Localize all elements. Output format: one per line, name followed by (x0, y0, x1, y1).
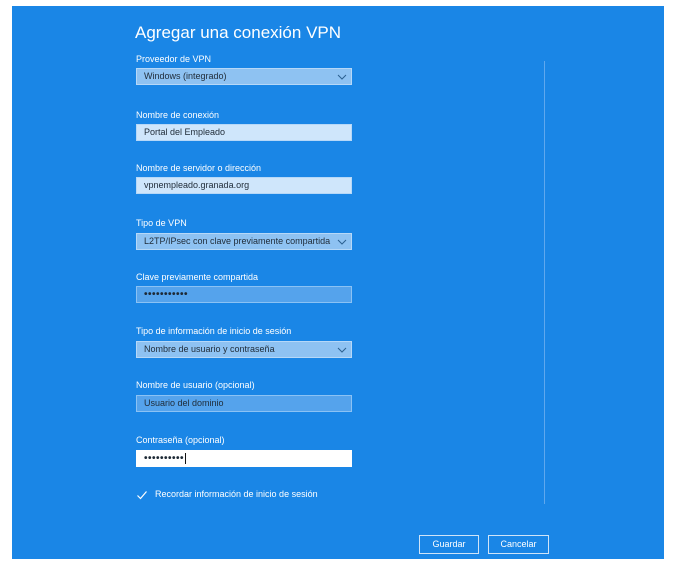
connection-name-value: Portal del Empleado (144, 127, 226, 137)
username-value: Usuario del dominio (144, 398, 224, 408)
vpn-provider-dropdown[interactable]: Windows (integrado) (136, 68, 352, 85)
vpn-type-label: Tipo de VPN (136, 218, 187, 228)
preshared-key-value: ••••••••••• (144, 289, 189, 300)
connection-name-label: Nombre de conexión (136, 110, 220, 120)
dialog-title: Agregar una conexión VPN (135, 23, 342, 42)
save-button[interactable]: Guardar (419, 535, 479, 554)
vpn-dialog: Agregar una conexión VPN Proveedor de VP… (12, 6, 664, 559)
checkmark-icon (137, 491, 147, 500)
signin-type-label: Tipo de información de inicio de sesión (136, 326, 292, 336)
vpn-provider-label: Proveedor de VPN (136, 54, 212, 64)
vpn-type-dropdown[interactable]: L2TP/IPsec con clave previamente compart… (136, 233, 352, 250)
signin-type-value: Nombre de usuario y contraseña (144, 344, 275, 354)
vpn-provider-value: Windows (integrado) (144, 71, 227, 81)
server-address-value: vpnempleado.granada.org (144, 180, 250, 190)
password-input[interactable]: •••••••••• (136, 450, 352, 467)
text-caret (185, 452, 187, 464)
scrollbar[interactable] (544, 61, 545, 504)
signin-type-dropdown[interactable]: Nombre de usuario y contraseña (136, 341, 352, 358)
chevron-down-icon (337, 239, 347, 245)
vpn-type-value: L2TP/IPsec con clave previamente compart… (144, 236, 331, 246)
preshared-key-input[interactable]: ••••••••••• (136, 286, 352, 303)
password-value: •••••••••• (144, 453, 185, 464)
preshared-key-label: Clave previamente compartida (136, 272, 259, 282)
remember-signin-label: Recordar información de inicio de sesión (155, 489, 318, 499)
username-input[interactable]: Usuario del dominio (136, 395, 352, 412)
server-address-label: Nombre de servidor o dirección (136, 163, 262, 173)
connection-name-input[interactable]: Portal del Empleado (136, 124, 352, 141)
password-label: Contraseña (opcional) (136, 435, 225, 445)
username-label: Nombre de usuario (opcional) (136, 380, 255, 390)
chevron-down-icon (337, 347, 347, 353)
chevron-down-icon (337, 74, 347, 80)
server-address-input[interactable]: vpnempleado.granada.org (136, 177, 352, 194)
cancel-button[interactable]: Cancelar (488, 535, 549, 554)
